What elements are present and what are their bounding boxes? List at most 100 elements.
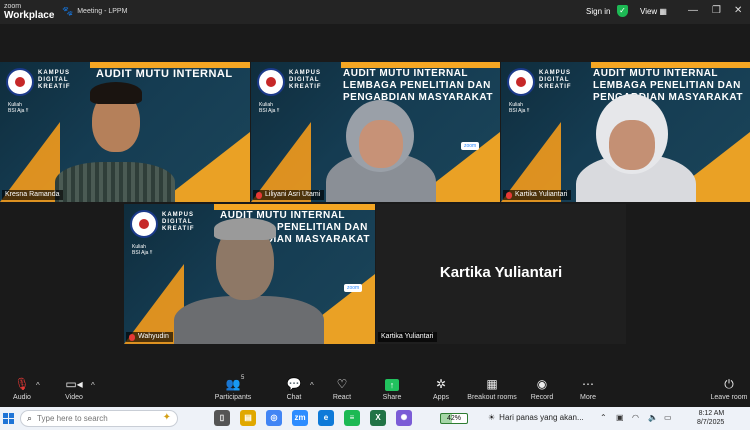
person-hair [90,82,142,104]
breakout-label: Breakout rooms [467,394,517,401]
video-tile-wahyudin[interactable]: KAMPUS DIGITAL KREATIF Kuliah BSI Aja !!… [124,204,375,344]
shield-check-icon[interactable]: ✓ [617,5,628,17]
audio-button[interactable]: 🎙 Audio [10,377,34,401]
volume-icon[interactable]: 🔈 [648,413,658,422]
battery-tray-icon[interactable]: ▭ [664,413,672,422]
muted-mic-icon [129,333,135,341]
video-tile-kartika-off[interactable]: Kartika Yuliantari Kartika Yuliantari [376,204,626,344]
system-clock[interactable]: 8:12 AM 8/7/2025 [697,409,724,427]
battery-indicator[interactable]: 42% [440,413,468,424]
kampus-digital-kreatif-text: KAMPUS DIGITAL KREATIF [162,212,195,233]
muted-mic-icon [506,191,512,199]
participant-name: Kresna Ramanda [5,191,60,198]
edge-icon[interactable]: e [318,410,334,426]
windows-start-icon[interactable] [3,413,14,424]
audio-options-chevron-icon[interactable]: ^ [36,381,40,390]
university-logo [507,68,535,96]
record-label: Record [530,394,554,401]
slide-title: AUDIT MUTU INTERNAL LEMBAGA PENELITIAN D… [343,68,493,104]
camera-tray-icon[interactable]: ▣ [616,413,624,422]
chrome-icon[interactable]: ◎ [266,410,282,426]
participant-name: Wahyudin [138,333,169,340]
person-hair [214,218,276,240]
participant-name-tag: Liliyani Asri Utami [253,190,325,200]
kdk-line3: KREATIF [289,84,322,90]
wifi-icon[interactable]: ◠ [632,413,639,422]
tray-chevron-icon[interactable]: ⌃ [600,413,607,422]
file-explorer-icon[interactable]: ▤ [240,410,256,426]
view-label: View [640,7,658,16]
weather-icon: ☀ [488,413,496,422]
clock-time: 8:12 AM [698,410,725,417]
audio-label: Audio [13,394,31,401]
breakout-grid-icon: ▦ [486,377,498,391]
participants-button[interactable]: 👥 5 Participants [213,375,253,401]
video-options-chevron-icon[interactable]: ^ [91,381,95,390]
restore-icon[interactable]: ❐ [712,5,721,16]
zoom-app-icon[interactable]: zm [292,410,308,426]
breakout-rooms-button[interactable]: ▦ Breakout rooms [466,377,518,401]
kuliah-text: Kuliah BSI Aja !! [132,244,153,256]
chat-options-chevron-icon[interactable]: ^ [310,381,314,390]
spotify-icon[interactable]: ≡ [344,410,360,426]
slide-title-line1: AUDIT MUTU INTERNAL [343,68,469,79]
video-tile-liliyani[interactable]: KAMPUS DIGITAL KREATIF Kuliah BSI Aja !!… [251,62,500,202]
react-label: React [332,394,352,401]
paw-icon: 🐾 [62,6,74,16]
meeting-title-text: Meeting - LPPM [77,8,128,15]
slide-title-line2: LEMBAGA PENELITIAN DAN [343,80,491,91]
search-icon: ⌕ [27,413,33,423]
share-button[interactable]: ↑ Share [380,377,404,401]
kdk-line2: DIGITAL [289,77,320,83]
excel-icon[interactable]: X [370,410,386,426]
zoom-workplace-logo: zoom Workplace [4,2,54,21]
minimize-icon[interactable]: — [688,5,698,16]
taskbar-search[interactable]: ⌕ ✦ [20,410,178,427]
mic-muted-icon: 🎙 [14,377,30,391]
video-button[interactable]: ▭◂ Video [62,377,86,401]
participants-icon: 👥 [225,377,241,391]
apps-label: Apps [433,394,449,401]
muted-mic-icon [256,191,262,199]
video-tile-kartika[interactable]: KAMPUS DIGITAL KREATIF Kuliah BSI Aja !!… [501,62,750,202]
kdk-line3: KREATIF [162,226,195,232]
close-icon[interactable]: ✕ [734,5,742,16]
kuliah-line2: BSI Aja !! [132,250,153,256]
participant-name: Kartika Yuliantari [515,191,568,198]
sign-in-button[interactable]: Sign in [586,7,610,16]
copilot-icon[interactable]: ✺ [396,410,412,426]
react-button[interactable]: ♡ React [331,377,353,401]
copilot-sparkle-icon: ✦ [162,412,171,423]
record-button[interactable]: ◉ Record [529,377,555,401]
news-widget[interactable]: ☀ Hari panas yang akan... [488,413,584,422]
person-face [359,120,403,168]
chat-button[interactable]: 💬 Chat [284,377,304,401]
video-label: Video [65,394,83,401]
slide-title-line1: AUDIT MUTU INTERNAL [593,68,719,79]
participant-name-tag: Wahyudin [126,332,173,342]
leave-room-button[interactable]: ⏻ Leave room [709,377,749,401]
view-button[interactable]: View ▦ [640,7,667,16]
participant-name-tag: Kartika Yuliantari [503,190,572,200]
heart-icon: ♡ [336,377,348,391]
leave-label: Leave room [710,394,748,401]
kuliah-text: Kuliah BSI Aja !! [509,102,530,114]
person-face [609,120,655,170]
participants-label: Participants [214,394,252,401]
kdk-line3: KREATIF [539,84,572,90]
kuliah-text: Kuliah BSI Aja !! [259,102,280,114]
task-view-icon[interactable]: ▯ [214,410,230,426]
more-button[interactable]: ⋯ More [576,377,600,401]
video-camera-icon: ▭◂ [65,377,83,391]
video-tile-kresna[interactable]: KAMPUS DIGITAL KREATIF Kuliah BSI Aja !!… [0,62,250,202]
kuliah-line2: BSI Aja !! [8,108,29,114]
participant-name-tag: Kartika Yuliantari [378,332,438,342]
apps-button[interactable]: ✲ Apps [430,377,452,401]
share-screen-icon: ↑ [385,379,399,391]
participant-name: Kartika Yuliantari [381,333,434,340]
search-input[interactable] [37,414,138,423]
participant-big-name: Kartika Yuliantari [439,264,563,281]
more-label: More [580,394,596,401]
slide-title-line2: LEMBAGA PENELITIAN DAN [593,80,741,91]
person-shirt [55,162,175,202]
